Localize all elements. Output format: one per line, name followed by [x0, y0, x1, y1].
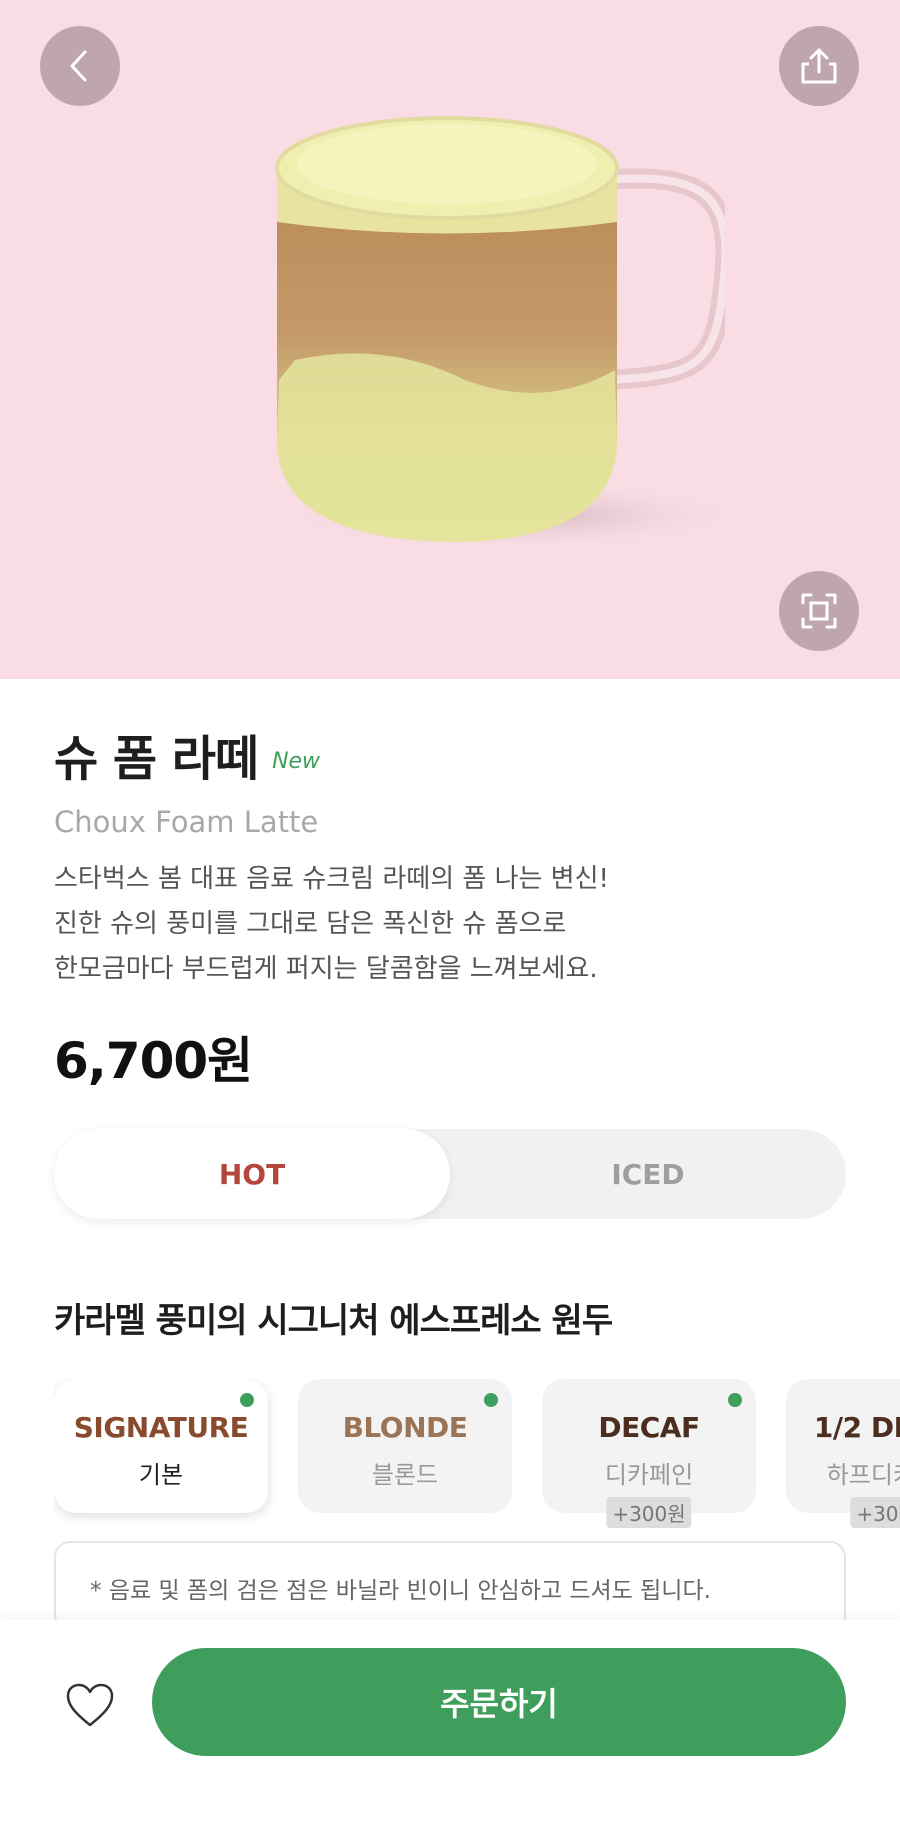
expand-button[interactable]: [779, 571, 859, 651]
expand-icon: [801, 593, 837, 629]
product-image: [265, 110, 755, 570]
available-dot: [240, 1393, 254, 1407]
back-button[interactable]: [40, 26, 120, 106]
option-name: DECAF: [598, 1411, 700, 1444]
option-extra-price: +300원: [850, 1497, 900, 1528]
option-extra-price: +300원: [606, 1497, 692, 1528]
espresso-option-decaf[interactable]: DECAF 디카페인 +300원: [542, 1379, 756, 1528]
product-image-area: [0, 0, 900, 679]
product-price: 6,700원: [54, 1032, 253, 1090]
option-label: 하프디카페인: [826, 1461, 900, 1489]
description-line: 스타벅스 봄 대표 음료 슈크림 라떼의 폼 나는 변신!: [54, 864, 609, 894]
new-badge: New: [272, 749, 321, 774]
favorite-button[interactable]: [62, 1678, 118, 1734]
espresso-option-half-decaf[interactable]: 1/2 DECAF 하프디카페인 +300원: [786, 1379, 900, 1528]
heart-icon: [66, 1683, 114, 1727]
bottom-action-bar: 주문하기: [0, 1620, 900, 1835]
espresso-option-blonde[interactable]: BLONDE 블론드: [298, 1379, 512, 1513]
chevron-left-icon: [70, 50, 87, 82]
order-button[interactable]: 주문하기: [152, 1648, 846, 1756]
product-title: 슈 폼 라떼: [54, 731, 259, 787]
available-dot: [728, 1393, 742, 1407]
option-label: 블론드: [371, 1461, 439, 1489]
hot-option[interactable]: HOT: [54, 1129, 450, 1219]
option-name: 1/2 DECAF: [813, 1411, 900, 1444]
product-english-name: Choux Foam Latte: [54, 805, 319, 839]
vanilla-bean-notice: * 음료 및 폼의 검은 점은 바닐라 빈이니 안심하고 드셔도 됩니다.: [54, 1541, 846, 1631]
option-label: 기본: [138, 1461, 184, 1489]
description-line: 한모금마다 부드럽게 퍼지는 달콤함을 느껴보세요.: [54, 954, 598, 984]
available-dot: [484, 1393, 498, 1407]
option-label: 디카페인: [604, 1461, 694, 1489]
espresso-option-signature[interactable]: SIGNATURE 기본: [54, 1379, 268, 1513]
temperature-toggle: HOT ICED: [54, 1129, 846, 1219]
share-icon: [801, 48, 837, 84]
share-button[interactable]: [779, 26, 859, 106]
option-name: SIGNATURE: [73, 1411, 249, 1444]
espresso-options: SIGNATURE 기본 BLONDE 블론드 DECAF 디카페인 +300원…: [54, 1379, 900, 1529]
product-description: 스타벅스 봄 대표 음료 슈크림 라떼의 폼 나는 변신! 진한 슈의 풍미를 …: [54, 857, 834, 992]
option-name: BLONDE: [342, 1411, 468, 1444]
latte-cup-illustration: [275, 116, 755, 551]
title-row: 슈 폼 라떼 New: [54, 735, 320, 783]
iced-option[interactable]: ICED: [450, 1129, 846, 1219]
espresso-section-title: 카라멜 풍미의 시그니처 에스프레소 원두: [54, 1301, 613, 1341]
description-line: 진한 슈의 풍미를 그대로 담은 폭신한 슈 폼으로: [54, 909, 567, 939]
